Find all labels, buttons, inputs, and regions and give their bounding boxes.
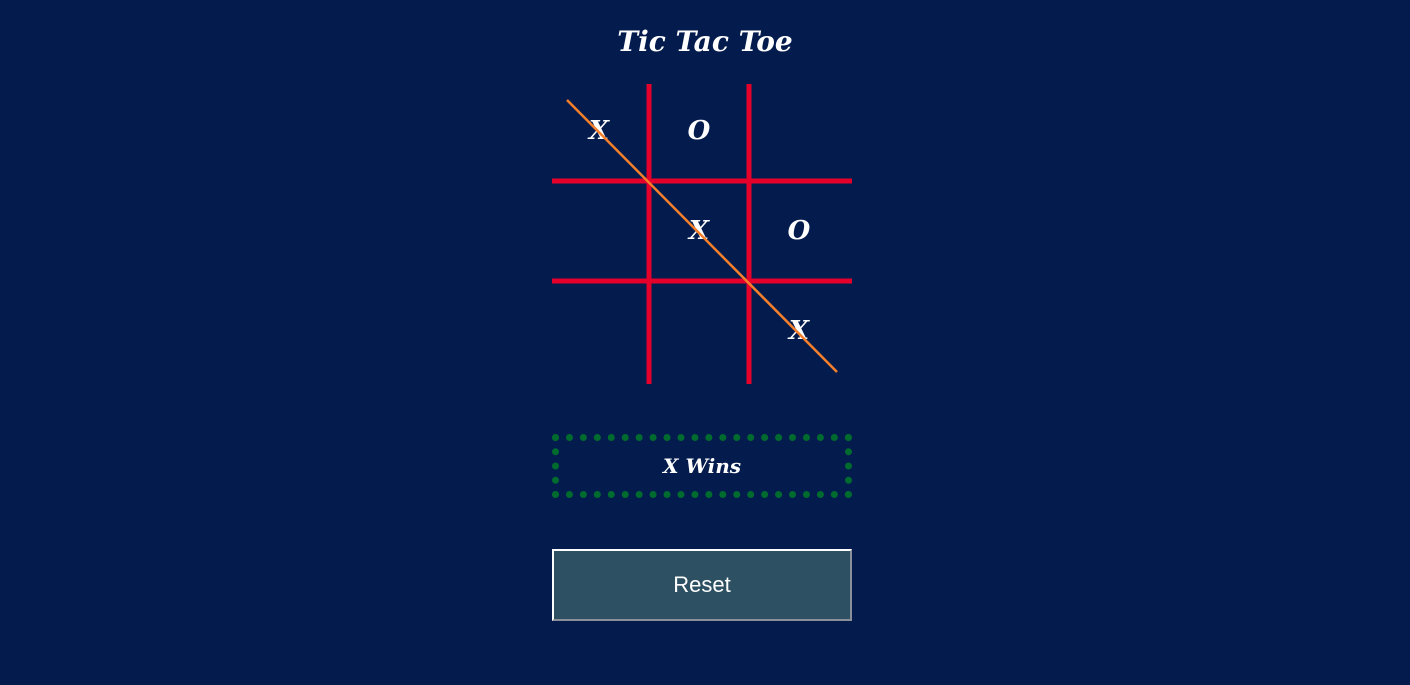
board-cell-7[interactable] — [552, 284, 646, 378]
board-cell-3[interactable] — [752, 84, 846, 178]
board-cell-9[interactable]: X — [752, 284, 846, 378]
board-cell-1[interactable]: X — [552, 84, 646, 178]
page-title: Tic Tac Toe — [617, 25, 793, 58]
game-status: X Wins — [552, 434, 852, 498]
board-cell-5[interactable]: X — [652, 184, 746, 278]
game-board: X O X O X — [552, 84, 852, 384]
board-cell-2[interactable]: O — [652, 84, 746, 178]
reset-button[interactable]: Reset — [552, 549, 852, 621]
game-page: Tic Tac Toe X O X O X X Wins Reset — [0, 0, 1410, 685]
board-cell-8[interactable] — [652, 284, 746, 378]
board-cell-6[interactable]: O — [752, 184, 846, 278]
board-cell-4[interactable] — [552, 184, 646, 278]
